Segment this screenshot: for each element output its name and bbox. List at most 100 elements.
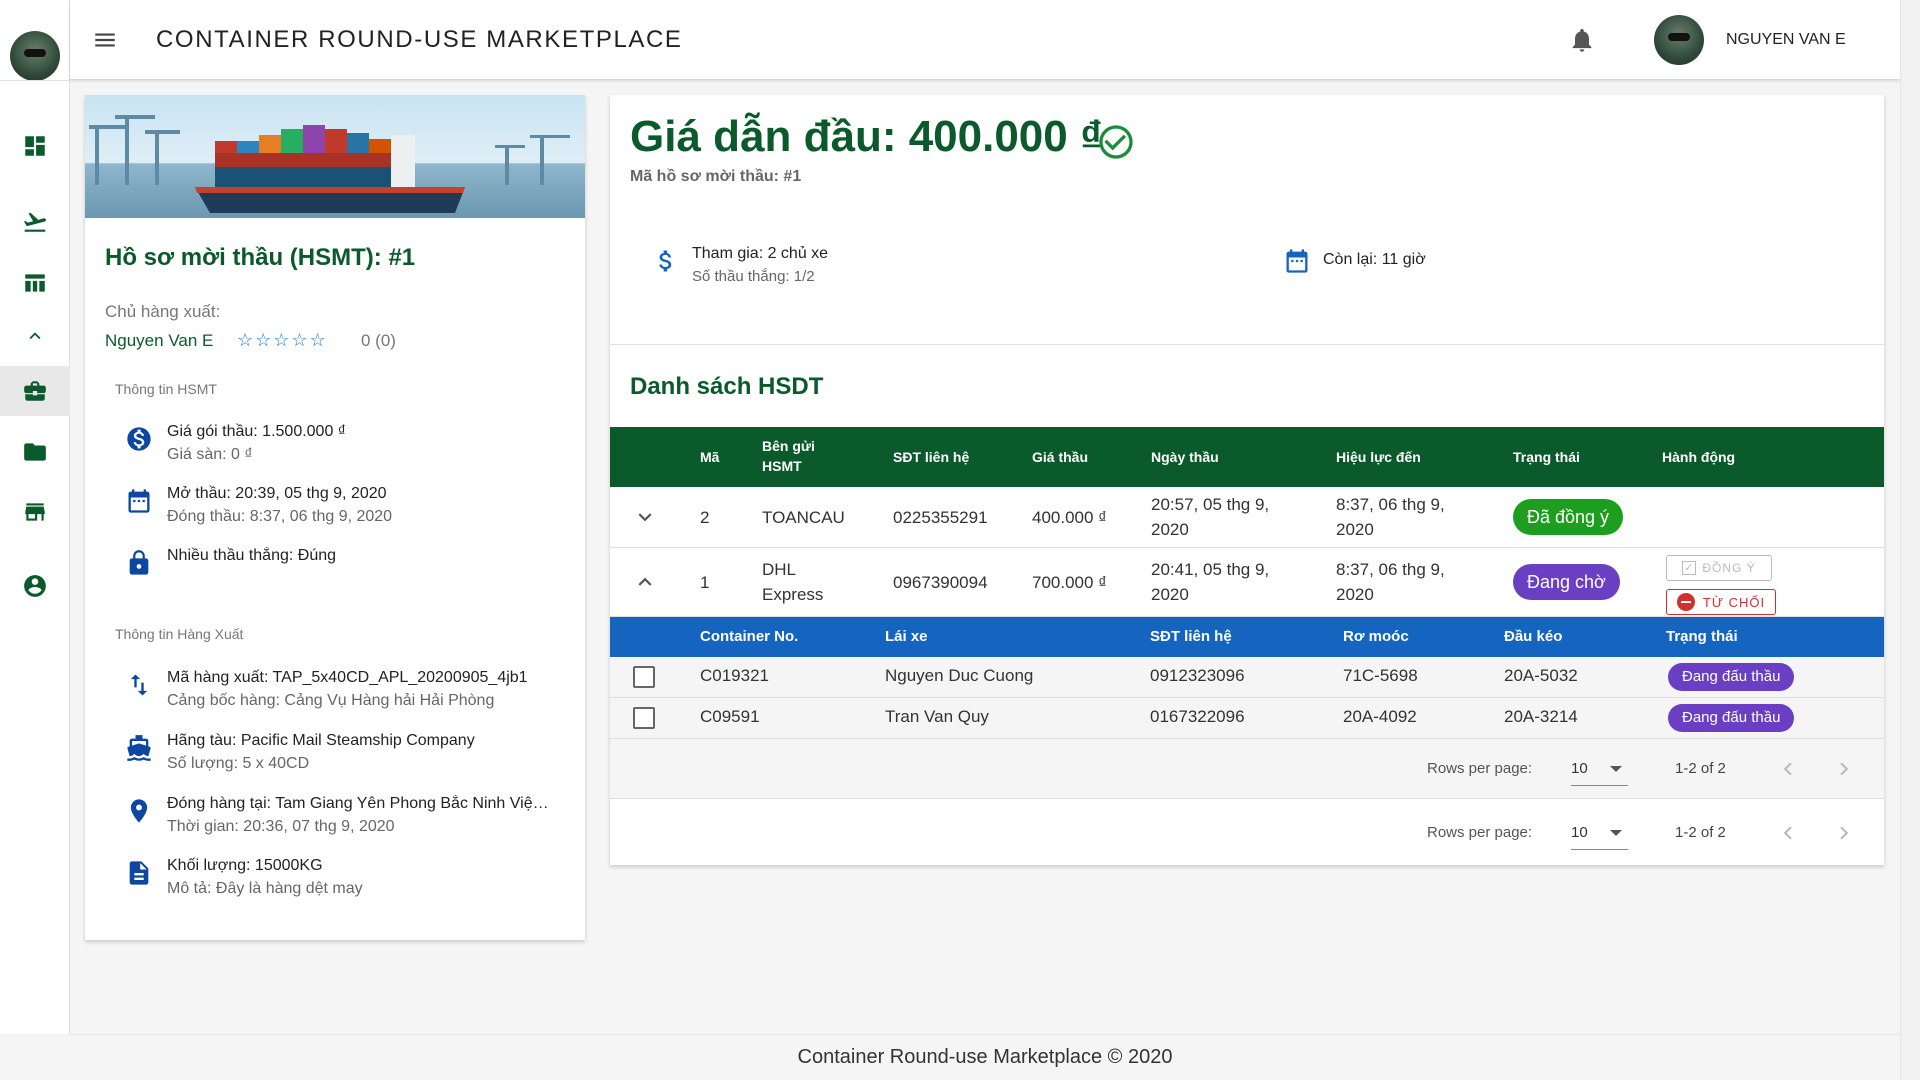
packing-location: Đóng hàng tại: Tam Giang Yên Phong Bắc N… [167, 795, 549, 812]
driver-name: Nguyen Duc Cuong [885, 666, 1034, 685]
container-row[interactable]: C09591 Tran Van Quy 0167322096 20A-4092 … [610, 698, 1884, 739]
table-icon [25, 274, 45, 292]
driver-phone: 0167322096 [1150, 707, 1245, 726]
user-avatar[interactable] [1654, 15, 1704, 65]
containers-pagination: Rows per page: 10 1-2 of 2 [610, 739, 1884, 799]
reject-label: TỪ CHỐI [1702, 594, 1766, 610]
footer: Container Round-use Marketplace © 2020 [70, 1034, 1900, 1080]
description: Mô tả: Đây là hàng dệt may [167, 880, 363, 897]
page-scrollbar[interactable] [1900, 0, 1920, 1080]
sidebar-item-tenders[interactable] [0, 366, 70, 416]
agree-button[interactable]: ✓ ĐỒNG Ý [1666, 555, 1772, 581]
reject-button[interactable]: TỪ CHỐI [1666, 589, 1776, 615]
col-trailer[interactable]: Rơ moóc [1343, 628, 1409, 645]
sidebar-item-store[interactable] [0, 487, 70, 537]
app-title: CONTAINER ROUND-USE MARKETPLACE [156, 26, 683, 53]
col-container-status[interactable]: Trạng thái [1666, 628, 1738, 645]
bid-price: 400.000 ₫ [1032, 508, 1107, 527]
check-circle-icon [1096, 122, 1136, 162]
info-row-price: Giá gói thầu: 1.500.000 ₫ Giá sàn: 0 ₫ [125, 423, 565, 473]
expand-row-button[interactable] [632, 504, 658, 530]
quantity: Số lượng: 5 x 40CD [167, 755, 310, 772]
info-row-shipline: Hãng tàu: Pacific Mail Steamship Company… [125, 732, 565, 782]
next-page-button[interactable] [1831, 820, 1857, 846]
col-date[interactable]: Ngày thầu [1151, 447, 1219, 467]
col-sender[interactable]: Bên gửi HSMT [762, 436, 832, 476]
status-badge-bidding: Đang đấu thầu [1668, 704, 1795, 732]
menu-button[interactable] [92, 27, 118, 53]
col-id[interactable]: Mã [700, 447, 719, 467]
side-rail [0, 0, 70, 1034]
info-row-multi: Nhiều thầu thắng: Đúng [125, 547, 565, 597]
open-time: Mở thầu: 20:39, 05 thg 9, 2020 [167, 485, 387, 502]
owner-label: Chủ hàng xuất: [105, 302, 221, 321]
previous-page-button[interactable] [1775, 820, 1801, 846]
col-status[interactable]: Trạng thái [1513, 447, 1580, 467]
notifications-button[interactable] [1568, 26, 1596, 54]
status-badge-bidding: Đang đấu thầu [1668, 663, 1795, 691]
document-icon [125, 859, 153, 887]
col-price[interactable]: Giá thầu [1032, 447, 1088, 467]
bid-date: 20:41, 05 thg 9, 2020 [1151, 560, 1270, 604]
collapse-row-button[interactable] [632, 569, 658, 595]
checkbox-checked-icon: ✓ [1682, 561, 1697, 575]
dropdown-arrow-icon[interactable] [1610, 830, 1622, 836]
rating-stars: ☆☆☆☆☆ [237, 330, 328, 350]
owner-name-link[interactable]: Nguyen Van E [105, 331, 213, 351]
agree-label: ĐỒNG Ý [1702, 561, 1756, 575]
dropdown-arrow-icon[interactable] [1610, 766, 1622, 772]
col-phone[interactable]: SĐT liên hệ [893, 447, 969, 467]
previous-page-button[interactable] [1775, 756, 1801, 782]
bid-phone: 0225355291 [893, 508, 988, 527]
close-time: Đóng thầu: 8:37, 06 thg 9, 2020 [167, 508, 393, 525]
row-checkbox[interactable] [633, 666, 655, 688]
sidebar-item-table[interactable] [0, 258, 70, 308]
rows-per-page-select[interactable]: 10 [1571, 760, 1588, 777]
col-driver-phone[interactable]: SĐT liên hệ [1150, 628, 1232, 645]
col-tractor[interactable]: Đầu kéo [1504, 628, 1562, 645]
remaining-time: Còn lại: 11 giờ [1323, 251, 1426, 268]
sidebar-collapse-toggle[interactable] [0, 311, 70, 361]
container-no: C09591 [700, 707, 760, 726]
chevron-up-icon [29, 332, 41, 340]
table-row[interactable]: 1 DHL Express 0967390094 700.000 ₫ 20:41… [610, 548, 1884, 617]
sidebar-item-flights[interactable] [0, 197, 70, 247]
swap-vertical-icon [125, 671, 153, 699]
trailer-plate: 20A-4092 [1343, 707, 1417, 726]
chevron-left-icon [1783, 762, 1792, 776]
next-page-button[interactable] [1831, 756, 1857, 782]
tender-code: Mã hồ sơ mời thầu: #1 [630, 168, 802, 185]
user-name[interactable]: NGUYEN VAN E [1726, 31, 1846, 49]
sidebar-item-folder[interactable] [0, 427, 70, 477]
row-checkbox[interactable] [633, 707, 655, 729]
winners: Số thầu thắng: 1/2 [692, 268, 815, 285]
section-label-goods: Thông tin Hàng Xuất [115, 626, 244, 642]
bid-valid: 8:37, 06 thg 9, 2020 [1336, 495, 1445, 539]
briefcase-icon [24, 381, 46, 401]
info-row-code: Mã hàng xuất: TAP_5x40CD_APL_20200905_4j… [125, 669, 565, 719]
chevron-right-icon [1840, 826, 1849, 840]
col-container-no[interactable]: Container No. [700, 628, 798, 645]
account-circle-icon [24, 575, 46, 597]
sidebar-item-account[interactable] [0, 561, 70, 611]
select-underline [1571, 785, 1628, 786]
tender-title: Hồ sơ mời thầu (HSMT): #1 [105, 244, 416, 271]
tractor-plate: 20A-3214 [1504, 707, 1578, 726]
col-driver[interactable]: Lái xe [885, 628, 928, 645]
bid-valid: 8:37, 06 thg 9, 2020 [1336, 560, 1445, 604]
sidebar-item-dashboard[interactable] [0, 121, 70, 171]
select-underline [1571, 849, 1628, 850]
rail-avatar[interactable] [10, 31, 60, 81]
flight-takeoff-icon [23, 212, 46, 232]
floor-price: Giá sàn: 0 ₫ [167, 446, 253, 463]
col-valid[interactable]: Hiệu lực đến [1336, 447, 1421, 467]
participants: Tham gia: 2 chủ xe [692, 245, 829, 262]
table-row[interactable]: 2 TOANCAU 0225355291 400.000 ₫ 20:57, 05… [610, 487, 1884, 548]
container-row[interactable]: C019321 Nguyen Duc Cuong 0912323096 71C-… [610, 657, 1884, 698]
rows-per-page-select[interactable]: 10 [1571, 824, 1588, 841]
bid-price: 700.000 ₫ [1032, 573, 1107, 592]
loading-port: Cảng bốc hàng: Cảng Vụ Hàng hải Hải Phòn… [167, 692, 495, 709]
goods-code: Mã hàng xuất: TAP_5x40CD_APL_20200905_4j… [167, 669, 528, 686]
bids-pagination: Rows per page: 10 1-2 of 2 [610, 803, 1884, 863]
folder-icon [24, 443, 46, 461]
